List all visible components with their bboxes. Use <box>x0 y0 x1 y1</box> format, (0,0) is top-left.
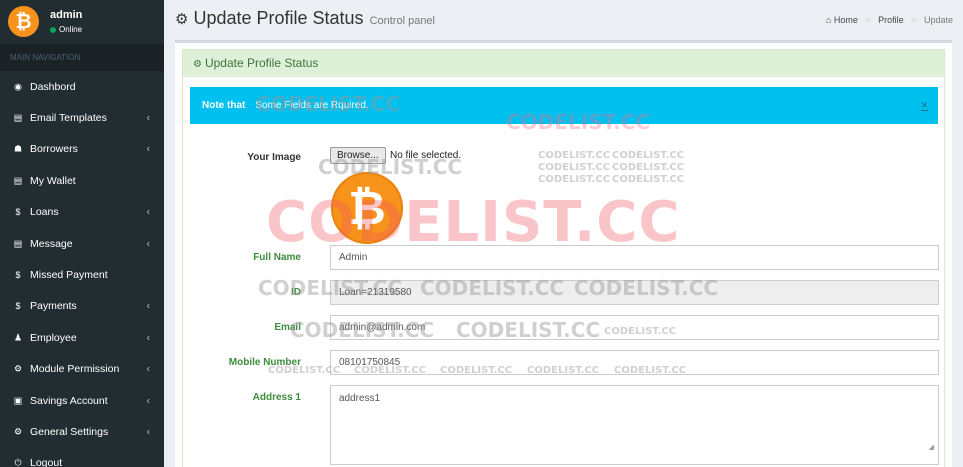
users-icon: ☗ <box>13 143 23 154</box>
sidebar-item-email-templates[interactable]: ▤ Email Templates ‹ <box>0 102 164 133</box>
dollar-icon: $ <box>15 301 21 312</box>
avatar: ₿ <box>8 6 39 37</box>
gear-icon: ⚙ <box>13 426 23 437</box>
panel-heading: ⚙ Update Profile Status <box>183 50 944 77</box>
sidebar-item-label: Email Templates <box>30 112 107 125</box>
sidebar-item-missed-payment[interactable]: $ Missed Payment <box>0 259 164 290</box>
sidebar-item-module-permission[interactable]: ⚙ Module Permission ‹ <box>0 354 164 385</box>
sidebar-item-general-settings[interactable]: ⚙ General Settings ‹ <box>0 416 164 447</box>
sidebar-item-borrowers[interactable]: ☗ Borrowers ‹ <box>0 134 164 165</box>
email-field[interactable]: admin@admin.com <box>330 315 939 340</box>
user-status: Online <box>50 25 82 34</box>
full-name-label: Full Name <box>253 252 301 263</box>
sidebar-item-dashbord[interactable]: ◉ Dashbord <box>0 71 164 102</box>
breadcrumb-current: Update <box>923 15 953 25</box>
book-icon: ▤ <box>13 238 23 249</box>
profile-image: ₿ <box>331 172 403 244</box>
mobile-label: Mobile Number <box>228 357 301 368</box>
sidebar-item-loans[interactable]: $ Loans ‹ <box>0 197 164 228</box>
sidebar-item-logout[interactable]: ⏻ Logout <box>0 448 164 467</box>
sidebar-item-label: Payments <box>30 300 77 313</box>
page-title-text: Update Profile Status <box>193 8 364 28</box>
chevron-left-icon: ‹ <box>146 300 150 312</box>
chevron-left-icon: ‹ <box>146 238 150 250</box>
sidebar-item-employee[interactable]: ♟ Employee ‹ <box>0 322 164 353</box>
nav-list: ◉ Dashbord ▤ Email Templates ‹ ☗ Borrowers ‹ ▤ My… <box>0 71 164 467</box>
sidebar-item-label: Module Permission <box>30 363 120 376</box>
chevron-left-icon: ‹ <box>146 206 150 218</box>
gear-icon: ⚙ <box>175 11 189 28</box>
book-icon: ▤ <box>13 175 23 186</box>
page-subtitle: Control panel <box>369 15 435 27</box>
home-icon: ⌂ <box>825 15 832 25</box>
page-title: ⚙ Update Profile Status Control panel <box>175 8 435 29</box>
sidebar-item-label: Dashbord <box>30 80 76 93</box>
user-icon: ♟ <box>13 332 23 343</box>
dollar-icon: $ <box>15 270 21 281</box>
chevron-left-icon: ‹ <box>146 332 150 344</box>
sidebar-item-savings-account[interactable]: ▣ Savings Account ‹ <box>0 385 164 416</box>
sidebar-item-my-wallet[interactable]: ▤ My Wallet <box>0 165 164 196</box>
profile-box: ⚙ Update Profile Status Note that Some Fie… <box>175 40 952 467</box>
sidebar-item-label: My Wallet <box>30 174 76 187</box>
status-text: Online <box>59 25 83 34</box>
profile-panel: ⚙ Update Profile Status Note that Some Fie… <box>182 49 945 467</box>
file-status: No file selected. <box>390 150 462 161</box>
address1-value: address1 <box>339 393 381 404</box>
chevron-left-icon: ‹ <box>146 426 150 438</box>
chevron-left-icon: ‹ <box>146 112 150 124</box>
dashboard-icon: ◉ <box>14 81 22 92</box>
content-header: ⚙ Update Profile Status Control panel ⌂ Ho… <box>164 0 963 40</box>
gear-icon: ⚙ <box>193 59 202 70</box>
user-panel: ₿ admin Online <box>0 0 164 44</box>
sidebar-item-message[interactable]: ▤ Message ‹ <box>0 228 164 259</box>
sidebar-item-label: Logout <box>30 457 63 467</box>
image-label: Your Image <box>247 152 301 163</box>
sidebar-item-label: Borrowers <box>30 143 78 156</box>
browse-button[interactable]: Browse... <box>330 147 386 164</box>
required-fields-alert: Note that Some Fields are Rquired. × <box>190 87 938 124</box>
money-icon: ▣ <box>13 395 23 406</box>
breadcrumb-profile[interactable]: Profile <box>878 15 904 25</box>
panel-heading-text: Update Profile Status <box>204 56 319 70</box>
id-field: Loan=21319580 <box>330 280 939 305</box>
sidebar-item-payments[interactable]: $ Payments ‹ <box>0 291 164 322</box>
resize-handle-icon[interactable]: ◢ <box>929 435 934 461</box>
id-label: ID <box>291 287 301 298</box>
sidebar-item-label: Employee <box>30 331 77 344</box>
cogs-icon: ⚙ <box>13 363 23 374</box>
address1-label: Address 1 <box>252 392 301 403</box>
sidebar-item-label: Message <box>30 237 73 250</box>
breadcrumb-separator: > <box>911 15 917 25</box>
breadcrumb-home[interactable]: Home <box>834 15 858 25</box>
breadcrumb: ⌂ Home > Profile > Update <box>826 15 953 25</box>
alert-strong: Note that <box>202 100 246 111</box>
email-label: Email <box>274 322 301 333</box>
sidebar-item-label: General Settings <box>30 425 109 438</box>
close-icon[interactable]: × <box>921 87 928 124</box>
sidebar-item-label: Missed Payment <box>30 269 108 282</box>
sidebar-item-label: Savings Account <box>30 394 108 407</box>
logout-icon: ⏻ <box>14 457 22 467</box>
mobile-field[interactable]: 08101750845 <box>330 350 939 375</box>
alert-text: Some Fields are Rquired. <box>255 100 369 111</box>
address1-textarea[interactable]: address1 ◢ <box>330 385 939 465</box>
user-name: admin <box>50 9 83 21</box>
nav-header: MAIN NAVIGATION <box>0 44 164 71</box>
sidebar: ₿ admin Online MAIN NAVIGATION ◉ Dashbord… <box>0 0 164 467</box>
dollar-icon: $ <box>15 207 21 218</box>
sidebar-item-label: Loans <box>30 206 59 219</box>
full-name-field[interactable]: Admin <box>330 245 939 270</box>
breadcrumb-separator: > <box>865 15 871 25</box>
online-dot-icon <box>50 26 56 33</box>
book-icon: ▤ <box>13 112 23 123</box>
